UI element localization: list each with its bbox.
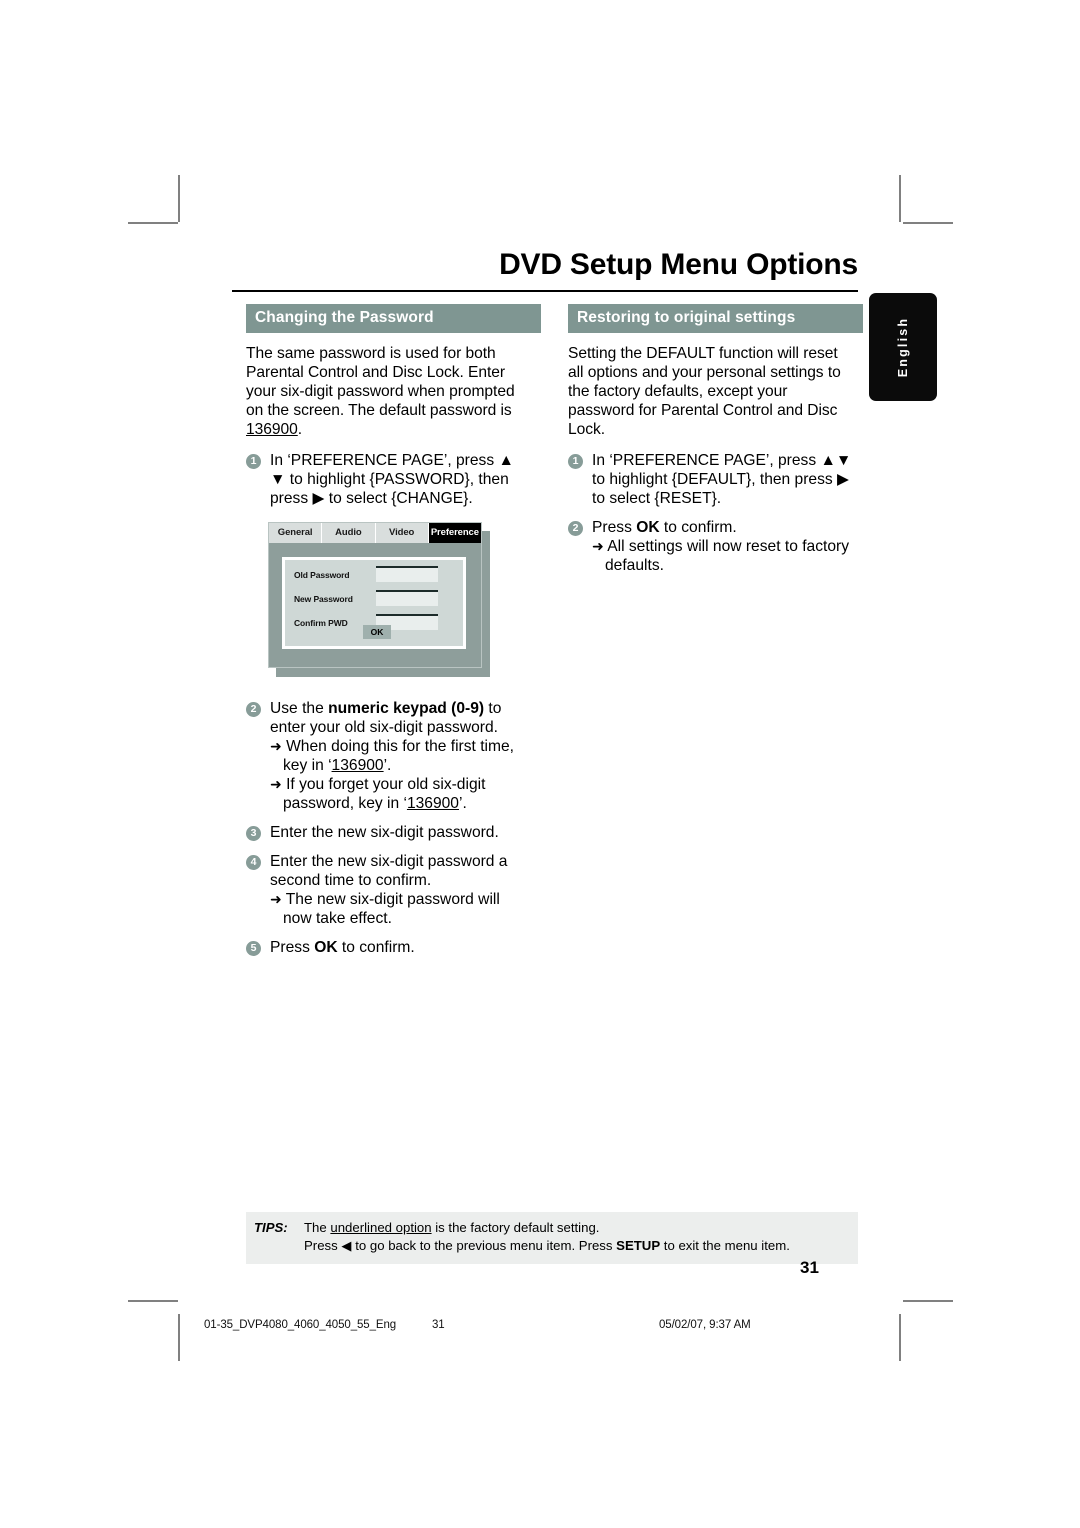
osd-input-old-password[interactable] <box>376 566 438 583</box>
tips-line-1-underlined: underlined option <box>330 1220 432 1235</box>
section-heading-restoring-settings: Restoring to original settings <box>568 304 863 333</box>
intro-text-part-b: . <box>297 421 303 439</box>
page-number: 31 <box>800 1258 819 1277</box>
intro-text-part-a: The same password is used for both Paren… <box>246 345 515 420</box>
arrow-right-icon: ▶ <box>837 471 850 489</box>
step-2-sub-1-text-b: ’. <box>383 757 392 775</box>
tips-line-2: Press ◀ to go back to the previous menu … <box>304 1237 858 1255</box>
step-r1-text-a: In ‘PREFERENCE PAGE’, press <box>592 452 821 470</box>
language-tab-label: English <box>896 316 910 378</box>
section-heading-changing-password: Changing the Password <box>246 304 541 333</box>
osd-tab-general[interactable]: General <box>269 523 323 544</box>
footer-filename: 01-35_DVP4080_4060_4050_55_Eng <box>204 1319 397 1331</box>
arrow-left-icon: ◀ <box>341 1237 352 1253</box>
title-divider <box>232 290 858 292</box>
left-column: Changing the Password The same password … <box>246 304 541 967</box>
step-bullet-2: 2 <box>568 521 583 537</box>
tips-box: TIPS: The underlined option is the facto… <box>246 1212 858 1264</box>
osd-input-new-password[interactable] <box>376 590 438 607</box>
osd-window: General Audio Video Preference Old Passw… <box>268 522 482 669</box>
tips-content: TIPS: The underlined option is the facto… <box>246 1219 858 1255</box>
step-r2-text-a: Press <box>592 519 637 537</box>
step-1-text-c: to select {CHANGE}. <box>324 490 473 508</box>
step-r2-text-b: to confirm. <box>659 519 737 537</box>
step-left-3: 3 Enter the new six-digit password. <box>246 823 532 842</box>
step-bullet-1: 1 <box>568 454 583 470</box>
step-r2-sub-1-text: All settings will now reset to factory d… <box>603 538 850 575</box>
step-2-sub-1: ➜ When doing this for the first time, ke… <box>270 737 532 775</box>
osd-label-confirm-pwd: Confirm PWD <box>294 618 348 629</box>
osd-row-new-password: New Password <box>294 590 463 608</box>
intro-paragraph-left: The same password is used for both Paren… <box>246 344 532 439</box>
arrow-bullet-icon: ➜ <box>592 538 604 555</box>
osd-row-old-password: Old Password <box>294 566 463 584</box>
tips-label: TIPS: <box>254 1220 288 1235</box>
step-2-sub-2-text-b: ’. <box>458 795 467 813</box>
osd-screenshot: General Audio Video Preference Old Passw… <box>268 522 490 678</box>
step-r1-text-c: to select {RESET}. <box>592 490 722 508</box>
osd-tab-bar: General Audio Video Preference <box>269 523 481 544</box>
arrow-bullet-icon: ➜ <box>270 738 282 755</box>
right-column: Restoring to original settings Setting t… <box>568 304 863 585</box>
osd-label-old-password: Old Password <box>294 570 350 581</box>
step-2-text-a: Use the <box>270 700 329 718</box>
step-2-sub-2-password: 136900 <box>406 795 459 813</box>
step-right-1: 1 In ‘PREFERENCE PAGE’, press ▲▼ to highl… <box>568 451 854 508</box>
tips-line-1-b: is the factory default setting. <box>431 1220 600 1235</box>
osd-tab-video[interactable]: Video <box>375 523 429 544</box>
arrow-down-icon: ▼ <box>835 452 852 470</box>
tips-line-1-a: The <box>304 1220 331 1235</box>
tips-line-2-a: Press <box>304 1237 342 1253</box>
step-bullet-2: 2 <box>246 702 261 718</box>
arrow-down-icon: ▼ <box>270 471 286 489</box>
page-title: DVD Setup Menu Options <box>499 248 858 281</box>
footer-page-number: 31 <box>432 1319 445 1331</box>
manual-page: DVD Setup Menu Options English Changing … <box>0 0 1080 1528</box>
step-4-sub-1-text: The new six-digit password will now take… <box>281 891 500 928</box>
tips-setup-key: SETUP <box>616 1237 661 1253</box>
intro-paragraph-right: Setting the DEFAULT function will reset … <box>568 345 841 439</box>
step-5-text-b: to confirm. <box>337 939 415 957</box>
step-1-text-a: In ‘PREFERENCE PAGE’, press <box>270 452 499 470</box>
step-2-bold: numeric keypad (0-9) <box>328 700 485 718</box>
step-5-text-a: Press <box>270 939 315 957</box>
osd-label-new-password: New Password <box>294 594 353 605</box>
osd-tab-audio[interactable]: Audio <box>322 523 376 544</box>
step-r1-text-b: to highlight {DEFAULT}, then press <box>592 471 838 489</box>
step-bullet-4: 4 <box>246 855 261 871</box>
tips-line-2-b: to go back to the previous menu item. Pr… <box>351 1237 617 1253</box>
step-bullet-5: 5 <box>246 941 261 957</box>
arrow-up-icon: ▲ <box>498 452 514 470</box>
step-bullet-1: 1 <box>246 454 261 470</box>
arrow-right-icon: ▶ <box>312 490 325 508</box>
step-r2-sub-1: ➜ All settings will now reset to factory… <box>592 537 854 575</box>
osd-tab-preference[interactable]: Preference <box>428 523 481 544</box>
step-right-2: 2 Press OK to confirm. ➜ All settings wil… <box>568 518 854 575</box>
step-2-sub-1-password: 136900 <box>331 757 384 775</box>
step-left-4: 4 Enter the new six-digit password a seco… <box>246 852 532 928</box>
footer-timestamp: 05/02/07, 9:37 AM <box>659 1319 751 1331</box>
step-5-bold-ok: OK <box>314 939 338 957</box>
step-left-1: 1 In ‘PREFERENCE PAGE’, press ▲ ▼ to high… <box>246 451 532 508</box>
arrow-bullet-icon: ➜ <box>270 891 282 908</box>
osd-ok-button[interactable]: OK <box>363 625 391 640</box>
tips-line-2-c: to exit the menu item. <box>660 1237 790 1253</box>
step-4-text: Enter the new six-digit password a secon… <box>270 853 508 890</box>
step-left-2: 2 Use the numeric keypad (0-9) to enter y… <box>246 699 532 813</box>
step-3-text: Enter the new six-digit password. <box>270 824 499 842</box>
arrow-up-icon: ▲ <box>820 452 836 470</box>
default-password-value: 136900 <box>246 421 298 439</box>
step-r2-bold-ok: OK <box>636 519 660 537</box>
language-tab-english: English <box>869 293 937 401</box>
arrow-bullet-icon: ➜ <box>270 776 282 793</box>
step-2-sub-2: ➜ If you forget your old six-digit passw… <box>270 775 532 813</box>
step-bullet-3: 3 <box>246 826 261 842</box>
step-left-5: 5 Press OK to confirm. <box>246 938 532 957</box>
step-2-sub-1-text-a: When doing this for the first time, key … <box>281 738 515 775</box>
osd-password-panel: Old Password New Password Confirm PWD OK <box>282 557 466 650</box>
step-4-sub-1: ➜ The new six-digit password will now ta… <box>270 890 532 928</box>
tips-line-1: The underlined option is the factory def… <box>304 1219 858 1237</box>
